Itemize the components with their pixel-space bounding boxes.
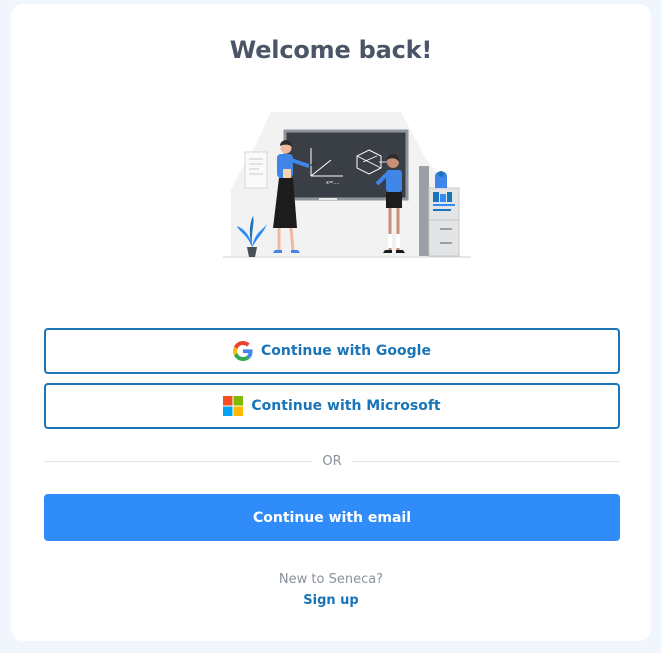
or-divider: OR bbox=[44, 452, 621, 470]
continue-with-google-button[interactable]: Continue with Google bbox=[44, 328, 620, 374]
divider-line-left bbox=[44, 460, 313, 462]
new-user-prompt: New to Seneca? bbox=[278, 572, 384, 587]
continue-with-email-button[interactable]: Continue with email bbox=[44, 494, 620, 541]
page-title: Welcome back! bbox=[229, 36, 433, 64]
login-card: Welcome back! x=.... Continue with Googl… bbox=[11, 4, 651, 641]
email-button-label: Continue with email bbox=[252, 509, 412, 526]
microsoft-button-label: Continue with Microsoft bbox=[251, 398, 441, 414]
or-text: OR bbox=[322, 453, 342, 469]
microsoft-logo-icon bbox=[223, 396, 244, 416]
classroom-illustration: x=.... bbox=[223, 112, 471, 258]
sign-up-link[interactable]: Sign up bbox=[11, 593, 651, 608]
google-logo-icon bbox=[233, 341, 253, 361]
google-button-label: Continue with Google bbox=[261, 343, 431, 359]
svg-text:x=....: x=.... bbox=[326, 180, 340, 186]
continue-with-microsoft-button[interactable]: Continue with Microsoft bbox=[44, 383, 620, 429]
divider-line-right bbox=[351, 460, 621, 462]
